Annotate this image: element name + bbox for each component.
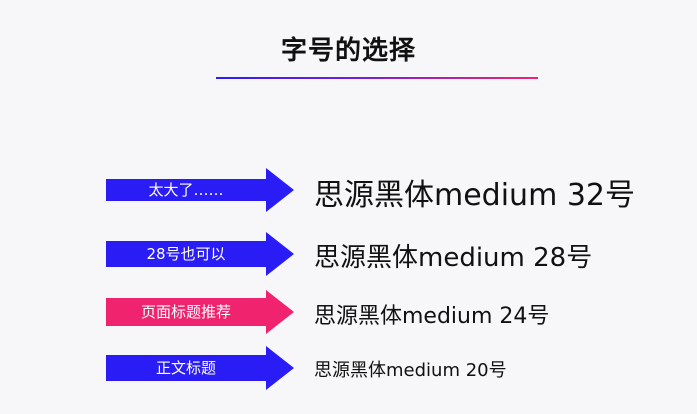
title-underline [216,77,538,79]
arrow-label-24: 页面标题推荐 [106,290,294,334]
font-sample-28: 思源黑体medium 28号 [314,243,593,273]
arrow-label-28: 28号也可以 [106,232,294,276]
arrow-label-20: 正文标题 [106,346,294,390]
arrow-label-32: 太大了…… [106,168,294,212]
page-title: 字号的选择 [280,36,416,66]
font-sample-20: 思源黑体medium 20号 [314,360,507,381]
arrow-label-text: 太大了…… [148,181,224,199]
arrow-label-text: 页面标题推荐 [140,303,231,321]
arrow-label-text: 正文标题 [155,359,216,377]
arrow-label-text: 28号也可以 [146,245,226,263]
font-sample-24: 思源黑体medium 24号 [314,304,550,329]
font-sample-32: 思源黑体medium 32号 [314,178,636,213]
